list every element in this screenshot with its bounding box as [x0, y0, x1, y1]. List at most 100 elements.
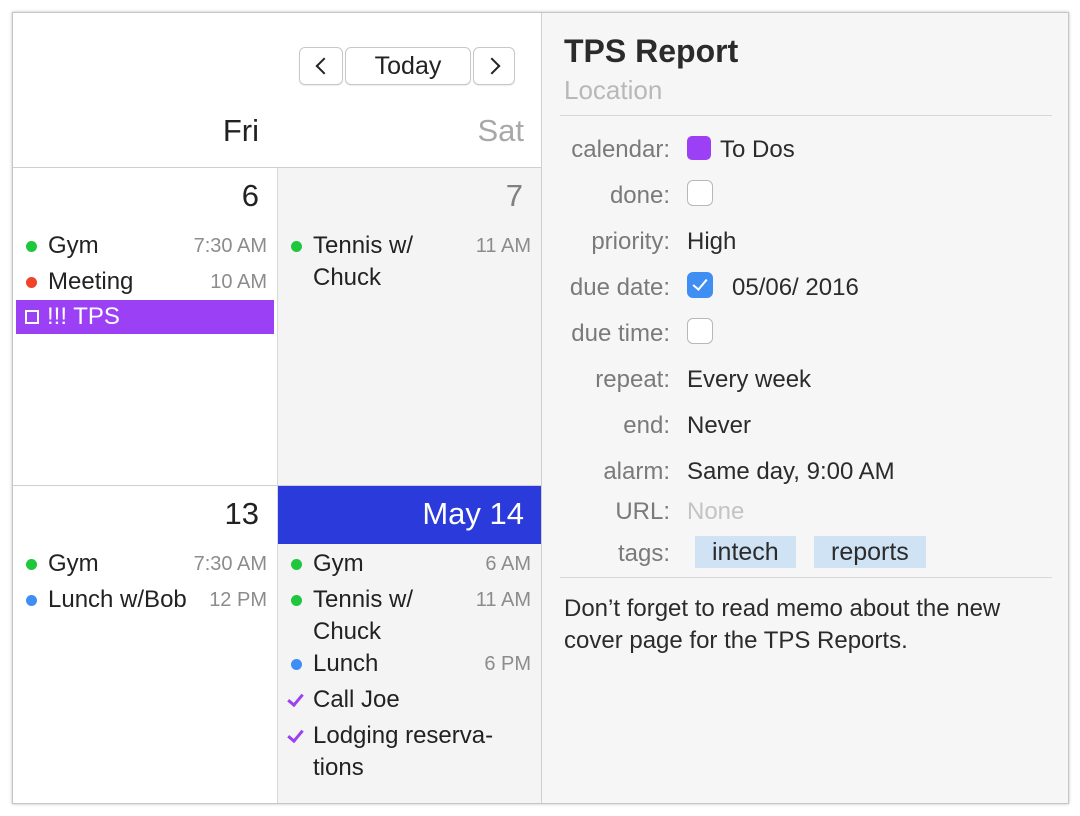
event-title[interactable]: TPS Report [564, 33, 738, 70]
weekday-header-sat: Sat [477, 113, 524, 148]
notes-field[interactable]: Don’t forget to read memo about the new … [564, 593, 1038, 657]
priority-row: priority: High [542, 222, 1068, 262]
event-time: 10 AM [210, 271, 267, 293]
event-time: 7:30 AM [193, 235, 267, 257]
event-dot-icon [26, 559, 37, 570]
event-dot-icon [291, 595, 302, 606]
event-item-selected[interactable]: !!! TPS Report [16, 300, 274, 364]
todo-item[interactable]: Lodging reserva-tions [278, 718, 541, 782]
due-date-checkbox[interactable] [687, 272, 713, 298]
due-time-checkbox[interactable] [687, 318, 713, 344]
event-detail-panel: TPS Report Location calendar: To Dos don… [541, 13, 1068, 803]
due-time-row: due time: [542, 314, 1068, 354]
event-dot-icon [291, 659, 302, 670]
day-cell-may-14[interactable]: May 14 Gym 6 AM Tennis w/ Chuck 11 AM Lu… [278, 486, 542, 803]
event-time: 11 AM [475, 235, 531, 257]
repeat-row: repeat: Every week [542, 360, 1068, 400]
event-name: Meeting [48, 268, 134, 295]
event-dot-icon [26, 595, 37, 606]
event-name: Lunch w/Bob [48, 586, 187, 613]
event-dot-icon [291, 241, 302, 252]
due-date-label: due date: [569, 274, 670, 301]
chevron-left-icon [315, 57, 332, 75]
weekday-header-fri: Fri [222, 113, 259, 148]
previous-button[interactable] [299, 47, 343, 85]
event-name: Gym [313, 550, 364, 577]
url-field[interactable]: None [687, 498, 744, 526]
calendar-label: calendar: [571, 136, 670, 163]
done-checkbox[interactable] [687, 180, 713, 206]
day-cell-7[interactable]: 7 Tennis w/ Chuck 11 AM [278, 168, 541, 485]
divider [560, 115, 1052, 116]
url-row: URL: None [542, 492, 1068, 532]
priority-select[interactable]: High [687, 228, 736, 256]
day-cell-6[interactable]: 6 Gym 7:30 AM Meeting 10 AM !!! TPS Repo… [13, 168, 277, 485]
calendar-color-swatch [687, 136, 711, 160]
tags-label: tags: [617, 540, 670, 567]
calendar-row: calendar: To Dos [542, 130, 1068, 170]
event-item[interactable]: Gym 7:30 AM [13, 546, 277, 582]
chevron-right-icon [483, 57, 500, 75]
end-row: end: Never [542, 406, 1068, 446]
event-list: Gym 7:30 AM Meeting 10 AM !!! TPS Report [13, 228, 277, 364]
event-item[interactable]: Tennis w/ Chuck 11 AM [278, 228, 541, 292]
todo-item[interactable]: Call Joe [278, 682, 541, 718]
event-time: 12 PM [209, 589, 267, 611]
event-list: Gym 6 AM Tennis w/ Chuck 11 AM Lunch 6 P… [278, 546, 541, 782]
day-cell-13[interactable]: 13 Gym 7:30 AM Lunch w/Bob 12 PM [13, 486, 277, 803]
event-list: Gym 7:30 AM Lunch w/Bob 12 PM [13, 546, 277, 618]
event-name: Tennis w/ Chuck [313, 232, 414, 291]
event-name: Gym [48, 550, 99, 577]
tag-chip[interactable]: reports [814, 536, 926, 568]
event-dot-icon [291, 559, 302, 570]
alarm-row: alarm: Same day, 9:00 AM [542, 452, 1068, 492]
url-label: URL: [615, 498, 670, 525]
location-field[interactable]: Location [564, 75, 662, 106]
end-label: end: [623, 412, 670, 439]
todo-checkbox-icon [25, 310, 39, 324]
today-highlight: May 14 [278, 486, 542, 544]
due-date-field[interactable]: 05/06/ 2016 [732, 274, 859, 302]
calendar-select[interactable]: To Dos [687, 136, 795, 164]
calendar-value: To Dos [720, 136, 795, 163]
day-number: 13 [224, 496, 259, 531]
app-window: Today Fri Sat 6 Gym 7:30 AM Meeting 10 A… [12, 12, 1069, 804]
event-item[interactable]: Meeting 10 AM [13, 264, 277, 300]
event-item[interactable]: Gym 7:30 AM [13, 228, 277, 264]
next-button[interactable] [473, 47, 515, 85]
event-dot-icon [26, 241, 37, 252]
event-time: 11 AM [475, 589, 531, 611]
event-time: 7:30 AM [193, 553, 267, 575]
event-name: Gym [48, 232, 99, 259]
event-name: Lodging reserva-tions [313, 722, 494, 781]
event-item[interactable]: Lunch 6 PM [278, 646, 541, 682]
event-name: !!! TPS Report [47, 303, 120, 364]
due-time-label: due time: [571, 320, 670, 347]
event-item[interactable]: Gym 6 AM [278, 546, 541, 582]
date-navigation: Today [299, 47, 515, 87]
repeat-label: repeat: [595, 366, 670, 393]
end-select[interactable]: Never [687, 412, 751, 440]
calendar-view: Today Fri Sat 6 Gym 7:30 AM Meeting 10 A… [13, 13, 542, 803]
event-name: Tennis w/ Chuck [313, 586, 414, 645]
today-button[interactable]: Today [345, 47, 471, 85]
day-number-today: May 14 [422, 496, 524, 531]
event-name: Call Joe [313, 686, 400, 713]
tag-chip[interactable]: intech [695, 536, 796, 568]
alarm-label: alarm: [603, 458, 670, 485]
checkmark-icon [287, 725, 304, 744]
event-item[interactable]: Lunch w/Bob 12 PM [13, 582, 277, 618]
done-label: done: [609, 182, 670, 209]
alarm-select[interactable]: Same day, 9:00 AM [687, 458, 895, 486]
repeat-select[interactable]: Every week [687, 366, 811, 394]
done-row: done: [542, 176, 1068, 216]
day-number: 6 [241, 178, 259, 213]
tags-row: tags: intech reports [542, 534, 1068, 574]
event-item[interactable]: Tennis w/ Chuck 11 AM [278, 582, 541, 646]
priority-label: priority: [591, 228, 670, 255]
event-time: 6 PM [484, 653, 531, 675]
event-time: 6 AM [485, 553, 531, 575]
event-name: Lunch [313, 650, 379, 677]
divider [560, 577, 1052, 578]
checkmark-icon [287, 689, 304, 708]
